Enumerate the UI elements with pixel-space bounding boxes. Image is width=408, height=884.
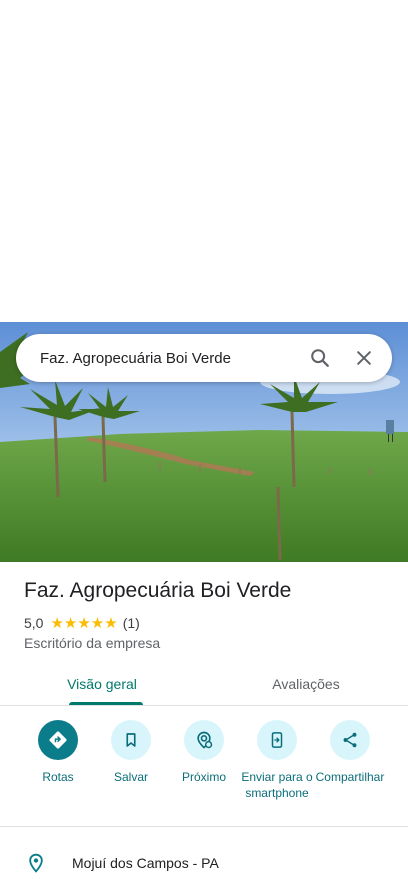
- place-category: Escritório da empresa: [24, 635, 161, 651]
- save-circle: [111, 720, 151, 760]
- nearby-button[interactable]: Próximo: [164, 720, 244, 785]
- pin-icon: [29, 853, 43, 873]
- empty-map-area: [0, 0, 408, 322]
- action-buttons: Rotas Salvar Próximo Enviar para o smart…: [0, 720, 408, 820]
- send-to-phone-icon: [271, 732, 283, 748]
- tab-reviews[interactable]: Avaliações: [204, 666, 408, 705]
- rating-row[interactable]: 5,0 ★★★★★ (1): [24, 614, 140, 632]
- rating-stars: ★★★★★: [50, 615, 118, 632]
- close-icon: [357, 351, 371, 365]
- nearby-circle: [184, 720, 224, 760]
- send-to-phone-label: Enviar para o smartphone: [241, 770, 313, 800]
- search-button[interactable]: [298, 336, 342, 380]
- nearby-label: Próximo: [181, 770, 226, 784]
- address-text: Mojuí dos Campos - PA: [72, 855, 219, 871]
- share-circle: [330, 720, 370, 760]
- place-title: Faz. Agropecuária Boi Verde: [24, 579, 292, 602]
- pin-icon-wrapper: [0, 852, 72, 874]
- rating-value: 5,0: [24, 615, 44, 631]
- share-label: Compartilhar: [315, 770, 385, 784]
- tab-reviews-label: Avaliações: [272, 675, 340, 692]
- directions-label: Rotas: [42, 770, 74, 784]
- nearby-icon: [197, 731, 213, 749]
- directions-circle: [38, 720, 78, 760]
- tab-overview[interactable]: Visão geral: [0, 666, 204, 705]
- directions-icon: [49, 731, 67, 749]
- save-button[interactable]: Salvar: [91, 720, 171, 785]
- tab-overview-label: Visão geral: [67, 675, 137, 692]
- directions-button[interactable]: Rotas: [18, 720, 98, 785]
- bookmark-icon: [126, 733, 136, 747]
- tab-bar: Visão geral Avaliações: [0, 666, 408, 706]
- share-button[interactable]: Compartilhar: [310, 720, 390, 785]
- address-row[interactable]: Mojuí dos Campos - PA: [0, 845, 408, 881]
- section-divider: [0, 826, 408, 827]
- review-count: (1): [122, 615, 140, 631]
- send-to-phone-circle: [257, 720, 297, 760]
- search-bar[interactable]: Faz. Agropecuária Boi Verde: [16, 334, 392, 382]
- share-icon: [343, 732, 357, 748]
- clear-search-button[interactable]: [342, 336, 386, 380]
- search-icon: [311, 349, 329, 367]
- send-to-phone-button[interactable]: Enviar para o smartphone: [237, 720, 317, 801]
- save-label: Salvar: [113, 770, 148, 784]
- search-query[interactable]: Faz. Agropecuária Boi Verde: [40, 350, 298, 367]
